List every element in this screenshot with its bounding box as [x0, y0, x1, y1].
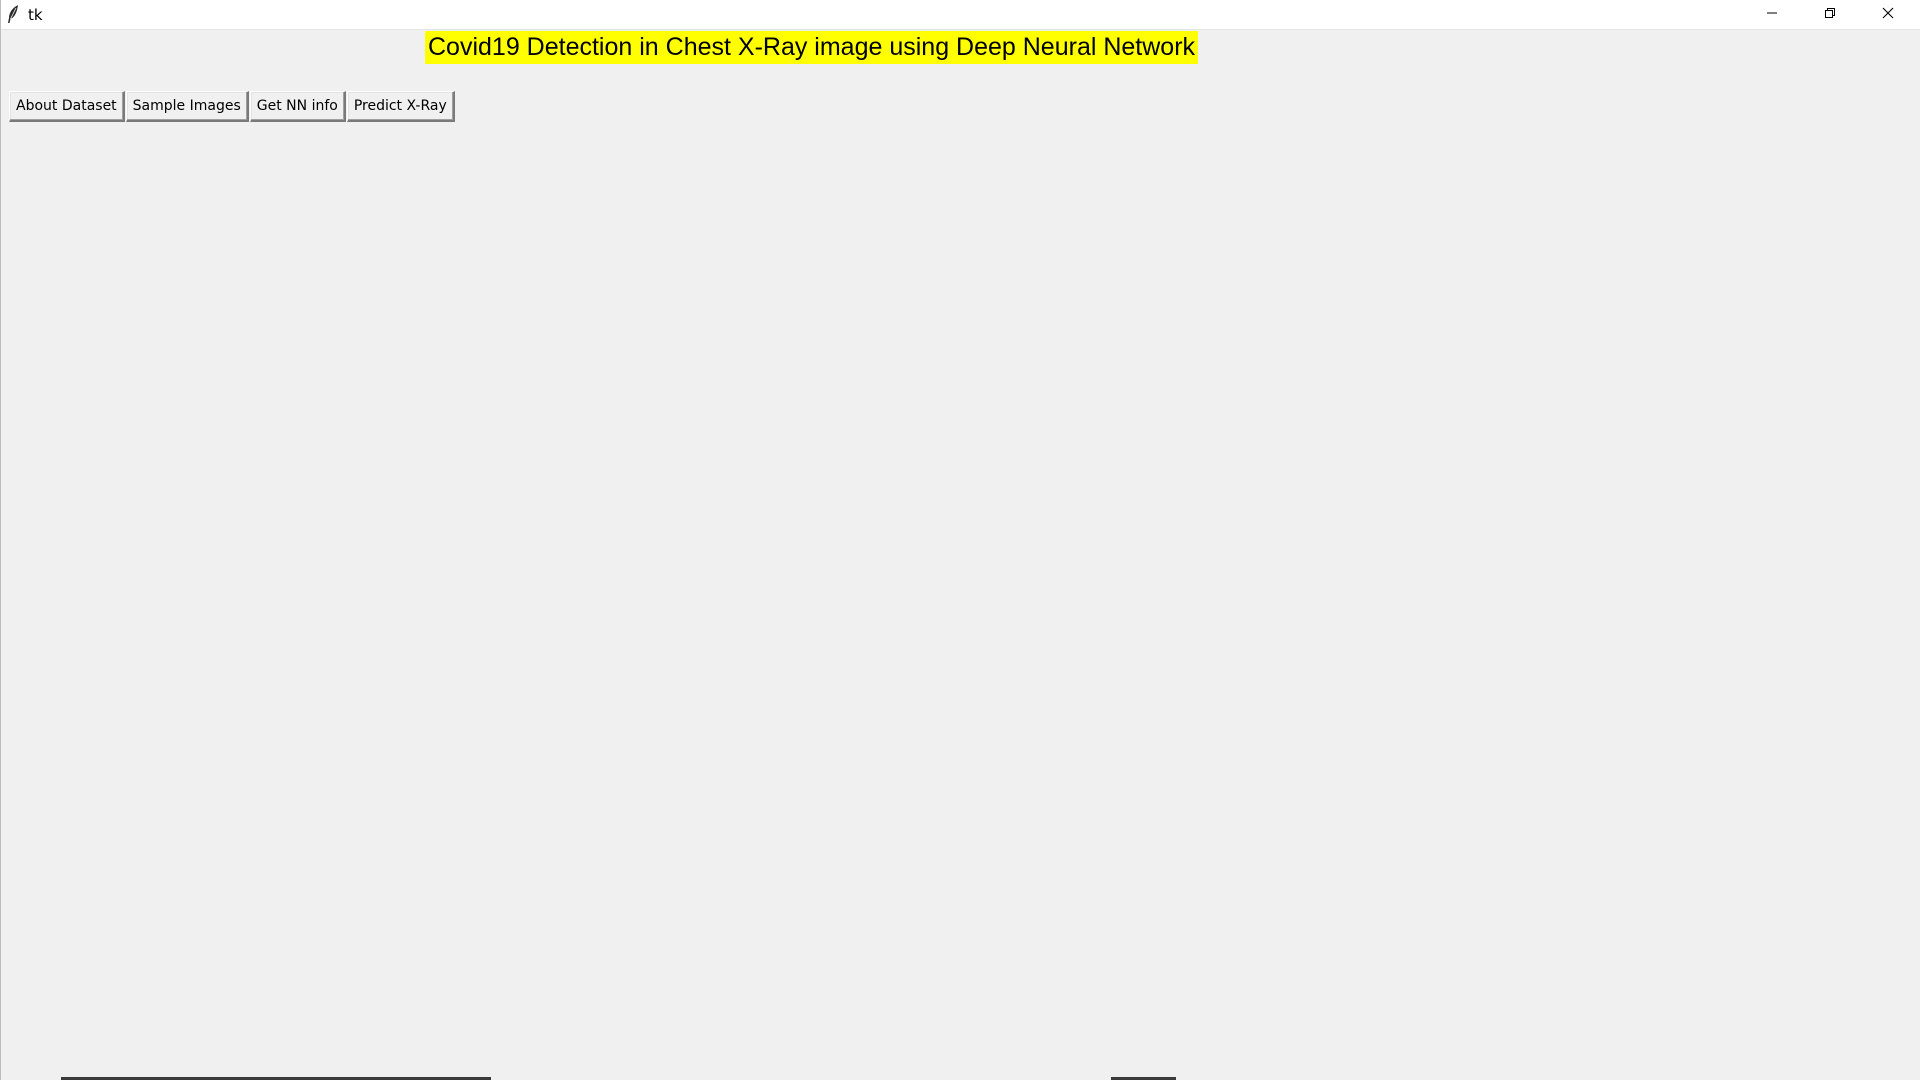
title-bar[interactable]: tk: [1, 0, 1920, 30]
page-title: Covid19 Detection in Chest X-Ray image u…: [425, 31, 1199, 64]
get-nn-info-button[interactable]: Get NN info: [249, 91, 346, 122]
close-button[interactable]: [1859, 0, 1917, 29]
about-dataset-button[interactable]: About Dataset: [9, 91, 125, 122]
minimize-button[interactable]: [1743, 0, 1801, 29]
window-title: tk: [28, 6, 43, 24]
minimize-icon: [1766, 6, 1778, 24]
app-window: tk Covid19 Detection in Chest X-Ray imag…: [0, 0, 1920, 1080]
sample-images-button[interactable]: Sample Images: [125, 91, 249, 122]
predict-xray-button[interactable]: Predict X-Ray: [346, 91, 455, 122]
maximize-button[interactable]: [1801, 0, 1859, 29]
feather-icon: [6, 4, 20, 24]
close-icon: [1882, 6, 1894, 24]
restore-icon: [1824, 6, 1836, 24]
button-toolbar: About Dataset Sample Images Get NN info …: [9, 91, 456, 122]
